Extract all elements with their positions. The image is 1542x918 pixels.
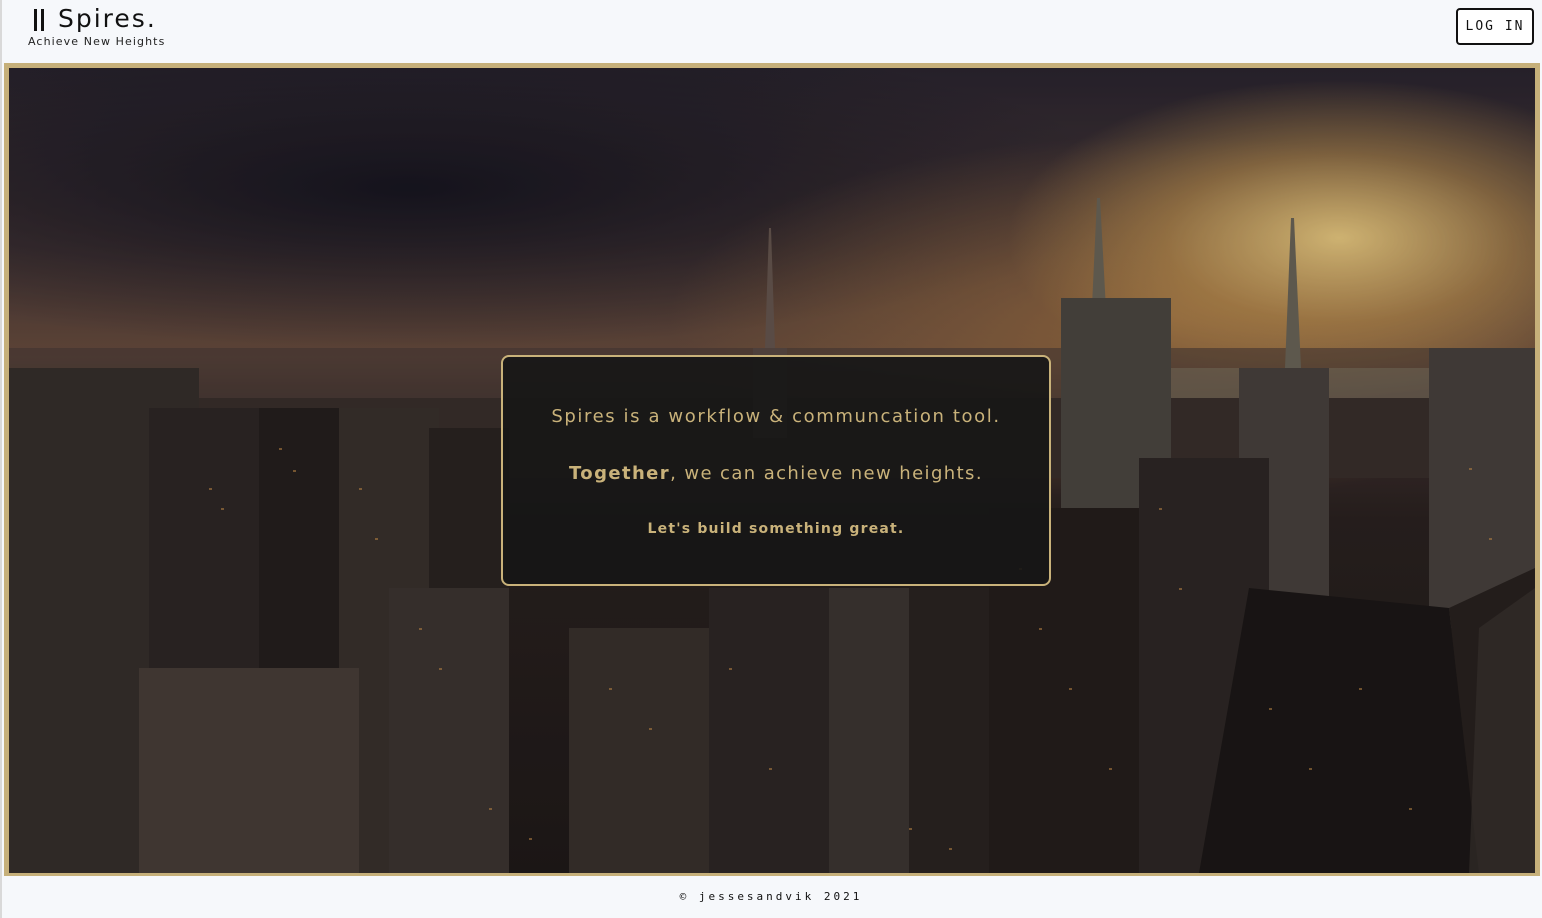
intro-line-2-strong: Together [569, 463, 671, 484]
brand-tagline: Achieve New Heights [28, 35, 166, 48]
intro-line-2-rest: , we can achieve new heights. [670, 463, 983, 484]
intro-card: Spires is a workflow & communcation tool… [501, 355, 1051, 586]
hero-frame: Spires is a workflow & communcation tool… [4, 63, 1540, 876]
intro-line-2: Together, we can achieve new heights. [503, 463, 1049, 484]
intro-line-1: Spires is a workflow & communcation tool… [551, 406, 1001, 427]
page-left-rule [0, 0, 2, 918]
spires-logo-icon [34, 9, 48, 31]
intro-line-3: Let's build something great. [647, 521, 905, 537]
brand[interactable]: Spires. Achieve New Heights [28, 4, 228, 54]
site-footer: © jessesandvik 2021 [679, 890, 863, 903]
brand-title: Spires. [58, 4, 157, 33]
hero-image: Spires is a workflow & communcation tool… [9, 68, 1535, 873]
page: Spires. Achieve New Heights LOG IN Spire… [0, 0, 1542, 918]
login-button[interactable]: LOG IN [1456, 8, 1534, 45]
